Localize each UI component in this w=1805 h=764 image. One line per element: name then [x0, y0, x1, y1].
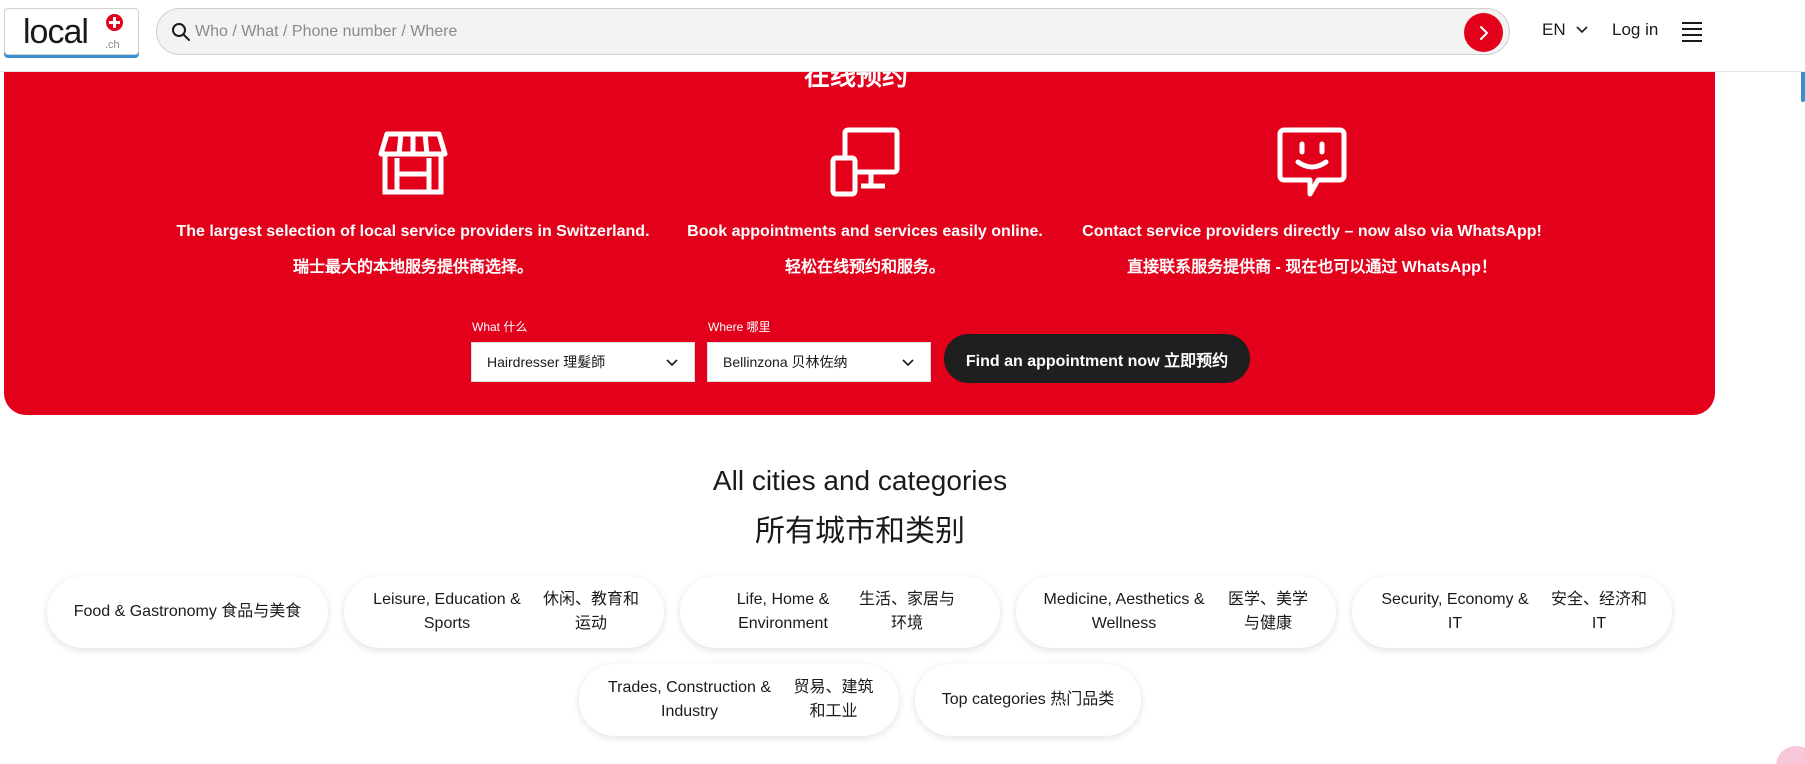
- feature-text-zh: 直接联系服务提供商 - 现在也可以通过 WhatsApp！: [1127, 259, 1497, 276]
- categories-title-en: All cities and categories: [712, 465, 1008, 496]
- logo-tld: .ch: [105, 39, 120, 51]
- chevron-down-icon: [666, 359, 678, 367]
- category-chip-leisure[interactable]: Leisure, Education & Sports 休闲、教育和运动: [344, 576, 664, 648]
- chip-label-zh: 医学、美学与健康: [1227, 591, 1308, 632]
- feature-contact: Contact service providers directly – now…: [1062, 124, 1562, 277]
- devices-icon: [830, 127, 900, 197]
- category-chip-security[interactable]: Security, Economy & IT 安全、经济和IT: [1352, 576, 1672, 648]
- chat-smiley-icon: [1277, 127, 1347, 197]
- search-input[interactable]: [195, 15, 1395, 48]
- feature-text-en: Book appointments and services easily on…: [687, 223, 1043, 240]
- feature-text-en: Contact service providers directly – now…: [1082, 223, 1542, 240]
- categories-title-zh: 所有城市和类别: [755, 515, 965, 548]
- chat-widget-button[interactable]: [1776, 746, 1805, 764]
- chip-label-zh: 休闲、教育和运动: [542, 591, 639, 632]
- search-submit-button[interactable]: [1464, 13, 1503, 52]
- chip-label-zh: 生活、家居与环境: [858, 591, 955, 632]
- language-label: EN: [1542, 20, 1566, 39]
- category-chip-top[interactable]: Top categories 热门品类: [915, 664, 1141, 736]
- what-select-value: Hairdresser 理髮師: [487, 354, 606, 370]
- where-select-value: Bellinzona 贝林佐纳: [723, 354, 848, 370]
- logo[interactable]: local .ch: [4, 8, 139, 55]
- chip-label-en: Medicine, Aesthetics & Wellness: [1043, 591, 1205, 632]
- feature-providers: The largest selection of local service p…: [163, 124, 663, 277]
- find-appointment-button[interactable]: Find an appointment now 立即预约: [944, 334, 1250, 383]
- chip-label-zh: 安全、经济和IT: [1550, 591, 1647, 632]
- chip-label: Food & Gastronomy 食品与美食: [73, 603, 302, 620]
- hero-title: 在线预约: [804, 72, 909, 91]
- search-icon: [172, 23, 190, 41]
- chevron-right-icon: [1479, 25, 1488, 40]
- search-bar: [156, 8, 1510, 55]
- feature-text-zh: 瑞士最大的本地服务提供商选择。: [292, 259, 533, 276]
- swiss-cross-icon: [106, 14, 123, 31]
- category-chip-medicine[interactable]: Medicine, Aesthetics & Wellness 医学、美学与健康: [1016, 576, 1336, 648]
- feature-booking: Book appointments and services easily on…: [615, 124, 1115, 277]
- category-chip-life[interactable]: Life, Home & Environment 生活、家居与环境: [680, 576, 1000, 648]
- hero-banner: 在线预约 The largest selection of local serv…: [4, 72, 1715, 415]
- chevron-down-icon: [1576, 26, 1588, 34]
- feature-text-en: The largest selection of local service p…: [176, 223, 650, 240]
- feature-text-zh: 轻松在线预约和服务。: [784, 259, 945, 276]
- where-label: Where 哪里: [708, 320, 771, 334]
- chip-label: Top categories 热门品类: [941, 691, 1115, 708]
- chip-label-en: Leisure, Education & Sports: [373, 591, 521, 632]
- what-label: What 什么: [472, 320, 528, 334]
- category-chip-trades[interactable]: Trades, Construction & Industry 贸易、建筑和工业: [579, 664, 899, 736]
- chevron-down-icon: [902, 359, 914, 367]
- chip-label-en: Trades, Construction & Industry: [607, 679, 772, 720]
- chip-label-zh: 贸易、建筑和工业: [793, 679, 874, 720]
- hamburger-menu-icon[interactable]: [1682, 22, 1702, 42]
- language-selector[interactable]: EN: [1542, 20, 1588, 40]
- where-select[interactable]: Bellinzona 贝林佐纳: [707, 342, 931, 382]
- store-icon: [378, 131, 448, 195]
- category-chip-food[interactable]: Food & Gastronomy 食品与美食: [47, 576, 328, 648]
- chip-label-en: Life, Home & Environment: [736, 591, 830, 632]
- what-select[interactable]: Hairdresser 理髮師: [471, 342, 695, 382]
- login-link[interactable]: Log in: [1612, 20, 1658, 40]
- top-header: local .ch EN Log in: [0, 0, 1805, 72]
- chip-label-en: Security, Economy & IT: [1381, 591, 1529, 632]
- logo-text: local: [23, 13, 89, 51]
